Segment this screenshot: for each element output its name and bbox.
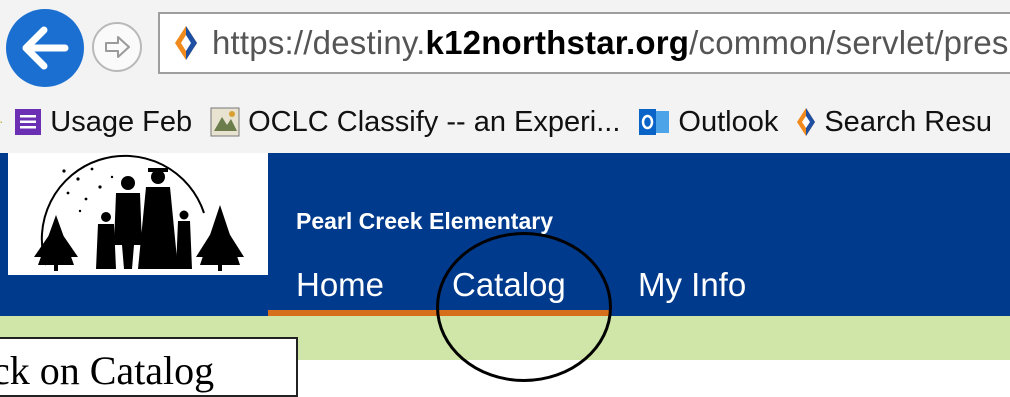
favorite-outlook[interactable]: Outlook: [638, 106, 778, 139]
tab-home[interactable]: Home: [268, 262, 434, 316]
oclc-icon: [210, 107, 240, 137]
favorite-usage-feb[interactable]: Usage Feb: [14, 106, 192, 139]
tab-home-label: Home: [296, 266, 385, 303]
destiny-site-icon: [175, 26, 197, 60]
instruction-callout: ck on Catalog: [0, 337, 298, 397]
school-logo: [8, 153, 268, 275]
favorite-search-results[interactable]: Search Resu: [796, 106, 992, 139]
school-logo-graphic: [34, 154, 244, 271]
address-bar[interactable]: https://destiny.k12northstar.org/common/…: [158, 12, 1010, 74]
school-name: Pearl Creek Elementary: [296, 208, 553, 234]
tab-my-info[interactable]: My Info: [610, 262, 770, 316]
back-arrow-icon: [22, 26, 69, 70]
favorites-star-icon[interactable]: [0, 106, 3, 138]
favorites-bar: Usage Feb OCLC Classify -- an Experi... …: [0, 96, 1010, 148]
forward-arrow-icon: [105, 36, 130, 58]
forward-button[interactable]: [92, 22, 142, 72]
outlook-icon: [639, 109, 670, 135]
highlight-circle: [436, 232, 612, 382]
back-button[interactable]: [6, 9, 84, 87]
usage-feb-icon: [15, 109, 42, 135]
url-text: https://destiny.k12northstar.org/common/…: [212, 24, 1010, 61]
url-host: k12northstar.org: [425, 24, 690, 61]
tab-my-info-label: My Info: [638, 266, 747, 303]
destiny-icon: [797, 108, 816, 136]
favorite-oclc-classify[interactable]: OCLC Classify -- an Experi...: [210, 106, 620, 139]
